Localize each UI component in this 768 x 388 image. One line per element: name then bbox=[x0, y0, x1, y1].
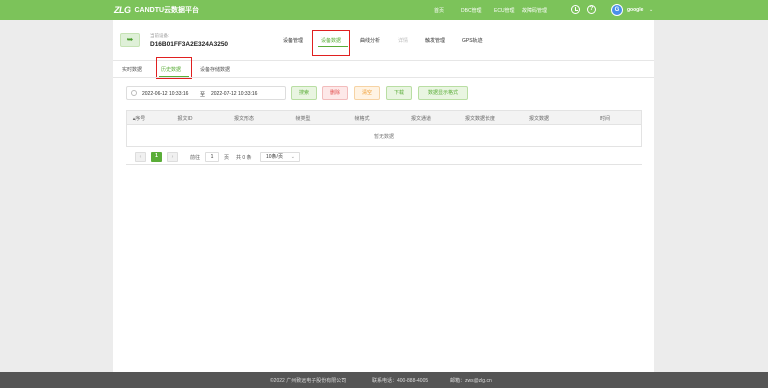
display-format-button[interactable]: 数据显示格式 bbox=[418, 86, 468, 100]
clock-icon[interactable] bbox=[571, 5, 580, 14]
delete-button[interactable]: 删除 bbox=[322, 86, 348, 100]
chevron-down-icon: ⌄ bbox=[290, 154, 295, 160]
col-index[interactable]: ▴序号 bbox=[133, 115, 146, 122]
search-button[interactable]: 搜索 bbox=[291, 86, 317, 100]
page-input[interactable]: 1 bbox=[205, 152, 219, 162]
col-frame-format[interactable]: 帧格式 bbox=[354, 115, 369, 122]
total-count: 共 0 条 bbox=[236, 155, 252, 161]
current-device-id: D16B01FF3A2E324A3250 bbox=[150, 41, 229, 48]
range-separator: 至 bbox=[200, 92, 206, 98]
divider bbox=[126, 164, 642, 165]
download-button[interactable]: 下载 bbox=[386, 86, 412, 100]
prev-page-button[interactable]: ‹ bbox=[135, 152, 146, 162]
table-empty-row: 暂无数据 bbox=[126, 125, 642, 147]
divider bbox=[113, 60, 654, 61]
user-name[interactable]: google bbox=[627, 7, 643, 13]
col-channel[interactable]: 报文通道 bbox=[411, 115, 431, 122]
divider bbox=[113, 77, 654, 78]
table-header: ▴序号 报文ID 报文形态 帧类型 帧格式 报文通道 报文数据长度 报文数据 时… bbox=[126, 110, 642, 125]
clock-icon bbox=[131, 90, 137, 96]
footer-phone: 联系电话：400-888-4005 bbox=[372, 378, 429, 384]
highlight-box-device-data bbox=[312, 30, 350, 56]
page-size-value: 10条/页 bbox=[266, 154, 283, 160]
nav-ecu[interactable]: ECU管理 bbox=[494, 7, 515, 14]
back-button[interactable]: ➥ bbox=[120, 33, 140, 47]
avatar[interactable]: G bbox=[611, 4, 623, 16]
nav-dbc[interactable]: DBC管理 bbox=[461, 7, 482, 14]
nav-home[interactable]: 首页 bbox=[434, 7, 444, 14]
tab-device-manage[interactable]: 设备管理 bbox=[283, 37, 303, 44]
help-icon[interactable]: ? bbox=[587, 5, 596, 14]
page-unit: 页 bbox=[224, 155, 230, 161]
next-page-button[interactable]: › bbox=[167, 152, 178, 162]
tab-device-storage-data[interactable]: 设备存储数据 bbox=[200, 66, 230, 73]
tab-detail[interactable]: 详情 bbox=[398, 37, 408, 44]
col-frame-type[interactable]: 帧类型 bbox=[295, 115, 310, 122]
tab-curve-analysis[interactable]: 曲线分析 bbox=[360, 37, 380, 44]
start-datetime: 2022-06-12 10:33:16 bbox=[142, 91, 189, 97]
tab-gps-track[interactable]: GPS轨迹 bbox=[462, 37, 483, 44]
tab-realtime-data[interactable]: 实时数据 bbox=[122, 66, 142, 73]
current-device-label: 当前设备: bbox=[150, 33, 170, 38]
chevron-down-icon[interactable]: ⌄ bbox=[649, 7, 653, 13]
page-size-select[interactable]: 10条/页 ⌄ bbox=[260, 152, 300, 162]
highlight-box-history-data bbox=[156, 57, 192, 79]
col-message-data[interactable]: 报文数据 bbox=[529, 115, 549, 122]
empty-text: 暂无数据 bbox=[373, 134, 394, 140]
col-time[interactable]: 时间 bbox=[600, 115, 610, 122]
main-panel bbox=[113, 20, 654, 372]
footer-email: 邮箱：zws@zlg.cn bbox=[450, 378, 492, 384]
clear-button[interactable]: 清空 bbox=[354, 86, 380, 100]
col-data-length[interactable]: 报文数据长度 bbox=[465, 115, 495, 122]
end-datetime: 2022-07-12 10:33:16 bbox=[211, 91, 258, 97]
nav-fault-code[interactable]: 故障码管理 bbox=[522, 7, 547, 14]
footer: ©2022 广州致远电子股份有限公司 联系电话：400-888-4005 邮箱：… bbox=[0, 372, 768, 388]
date-range-picker[interactable]: 2022-06-12 10:33:16 至 2022-07-12 10:33:1… bbox=[126, 86, 286, 100]
col-message-form[interactable]: 报文形态 bbox=[234, 115, 254, 122]
footer-copyright: ©2022 广州致远电子股份有限公司 bbox=[270, 378, 347, 384]
back-arrow-icon: ➥ bbox=[126, 35, 134, 44]
goto-label: 前往 bbox=[190, 155, 201, 161]
col-message-id[interactable]: 报文ID bbox=[177, 115, 192, 122]
page-1-button[interactable]: 1 bbox=[151, 152, 162, 162]
tab-trigger-manage[interactable]: 触发管理 bbox=[425, 37, 445, 44]
